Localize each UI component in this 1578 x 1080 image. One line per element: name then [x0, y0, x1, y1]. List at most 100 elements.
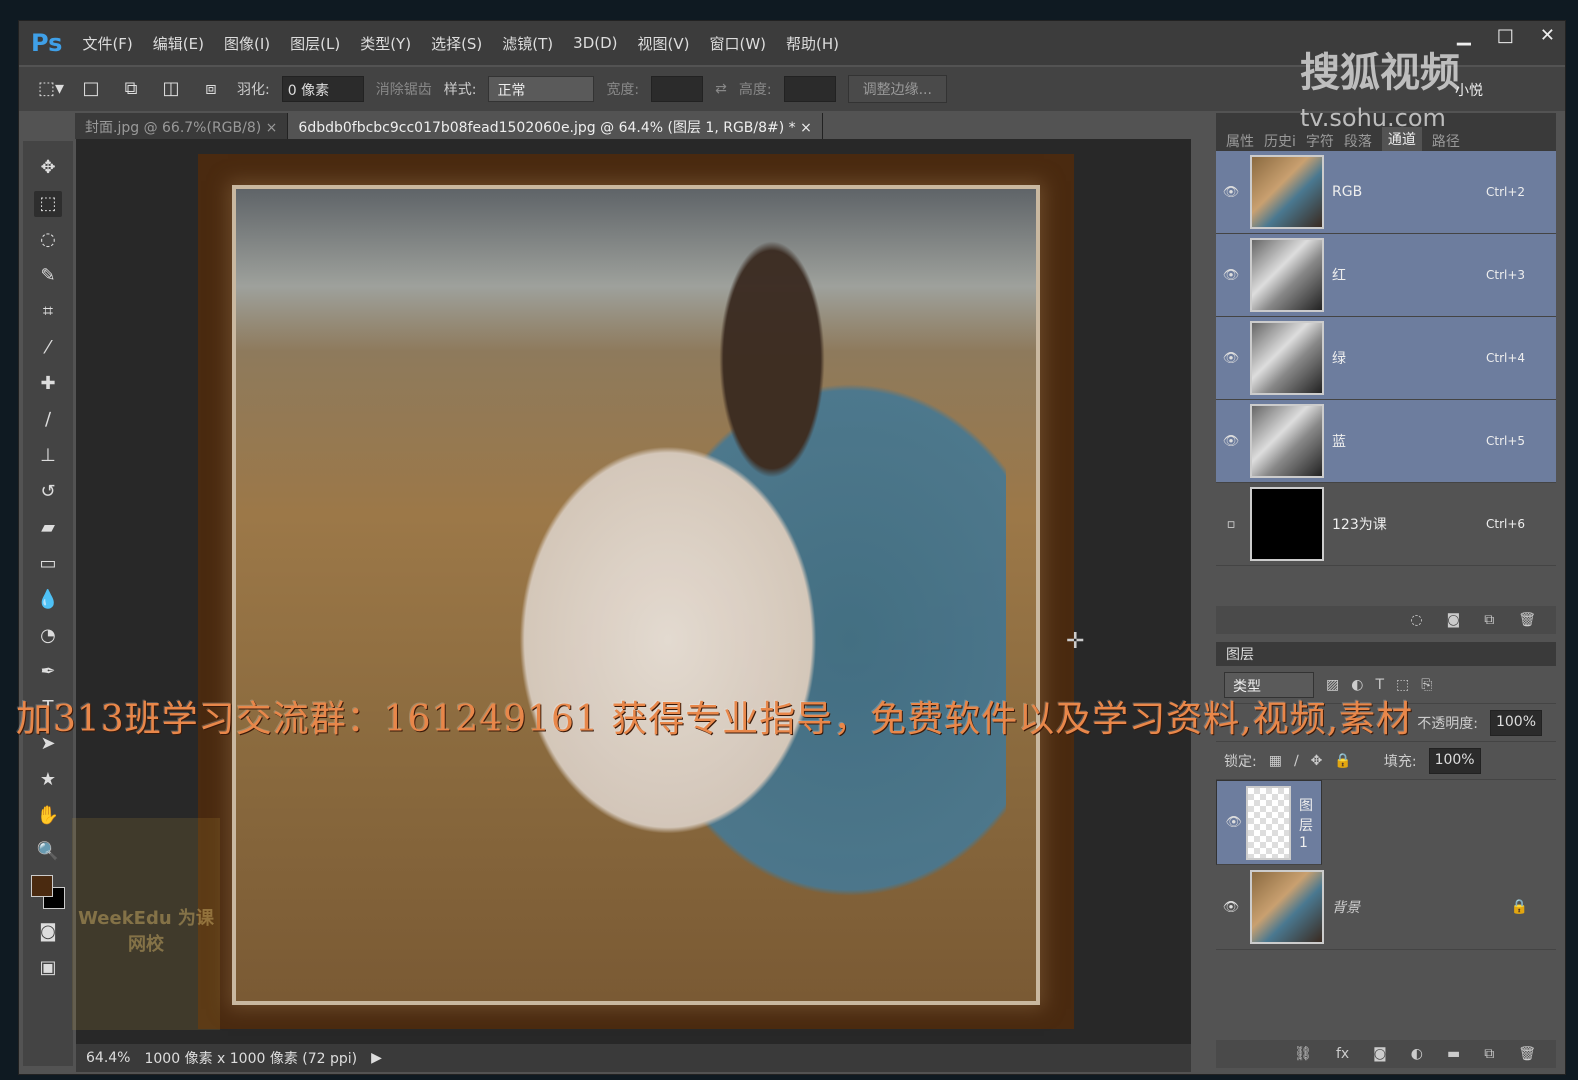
- screen-mode-icon[interactable]: ▣: [34, 955, 62, 981]
- tab-close-icon[interactable]: ×: [266, 120, 278, 136]
- channel-shortcut: Ctrl+3: [1486, 268, 1526, 282]
- layer-row[interactable]: 👁 图层 1: [1216, 780, 1322, 865]
- eye-icon[interactable]: 👁: [1216, 434, 1246, 449]
- trash-icon[interactable]: 🗑: [1518, 1046, 1536, 1062]
- visibility-checkbox[interactable]: ▫: [1216, 517, 1246, 532]
- tab-properties[interactable]: 属性: [1226, 131, 1254, 151]
- lock-transparent-icon[interactable]: ▦: [1269, 753, 1282, 769]
- menu-filter[interactable]: 滤镜(T): [502, 33, 553, 54]
- menu-3d[interactable]: 3D(D): [573, 34, 617, 52]
- menu-select[interactable]: 选择(S): [431, 33, 482, 54]
- history-brush-icon[interactable]: ↺: [34, 479, 62, 505]
- save-selection-icon[interactable]: ◙: [1447, 612, 1461, 628]
- dodge-tool-icon[interactable]: ◔: [34, 623, 62, 649]
- lock-label: 锁定:: [1224, 753, 1257, 770]
- eye-icon[interactable]: 👁: [1225, 815, 1242, 830]
- eye-icon[interactable]: 👁: [1216, 900, 1246, 915]
- refine-edge-button[interactable]: 调整边缘...: [847, 75, 947, 103]
- overlay-caption: 加313班学习交流群：161249161 获得专业指导，免费软件以及学习资料,视…: [16, 699, 1414, 740]
- lasso-tool-icon[interactable]: ◌: [34, 227, 62, 253]
- color-swatches[interactable]: [31, 875, 65, 909]
- height-input[interactable]: [783, 76, 836, 102]
- group-icon[interactable]: ▬: [1447, 1046, 1460, 1062]
- menu-type[interactable]: 类型(Y): [360, 33, 411, 54]
- eraser-tool-icon[interactable]: ▰: [34, 515, 62, 541]
- menu-help[interactable]: 帮助(H): [786, 33, 839, 54]
- menu-window[interactable]: 窗口(W): [710, 33, 767, 54]
- eye-icon[interactable]: 👁: [1216, 185, 1246, 200]
- width-input[interactable]: [651, 76, 704, 102]
- channel-row[interactable]: ▫ 123为课 Ctrl+6: [1216, 483, 1556, 566]
- layer-name[interactable]: 图层 1: [1299, 795, 1313, 851]
- layer-row[interactable]: 👁 背景 🔒: [1216, 865, 1556, 950]
- lock-all-icon[interactable]: 🔒: [1334, 753, 1351, 769]
- tab-history[interactable]: 历史i: [1264, 131, 1296, 151]
- intersect-selection-icon[interactable]: ⧈: [197, 76, 225, 102]
- layers-panel-title[interactable]: 图层: [1216, 642, 1556, 666]
- channel-row[interactable]: 👁 蓝 Ctrl+5: [1216, 400, 1556, 483]
- eye-icon[interactable]: 👁: [1216, 268, 1246, 283]
- quick-mask-icon[interactable]: ◙: [34, 919, 62, 945]
- tab-close-icon[interactable]: ×: [800, 120, 812, 136]
- new-channel-icon[interactable]: ⧉: [1484, 612, 1494, 628]
- layer-thumbnail: [1250, 870, 1324, 944]
- eyedropper-tool-icon[interactable]: ⁄: [34, 335, 62, 361]
- status-menu-arrow-icon[interactable]: ▶: [371, 1050, 382, 1066]
- shape-tool-icon[interactable]: ★: [34, 767, 62, 793]
- move-tool-icon[interactable]: ✥: [34, 155, 62, 181]
- adjustment-icon[interactable]: ◐: [1411, 1046, 1423, 1062]
- new-layer-icon[interactable]: ⧉: [1484, 1046, 1494, 1062]
- subtract-selection-icon[interactable]: ◫: [157, 76, 185, 102]
- channel-row[interactable]: 👁 红 Ctrl+3: [1216, 234, 1556, 317]
- close-button[interactable]: ✕: [1540, 25, 1555, 46]
- channel-row[interactable]: 👁 绿 Ctrl+4: [1216, 317, 1556, 400]
- marquee-preset-icon[interactable]: ⬚▾: [37, 76, 65, 102]
- menu-edit[interactable]: 编辑(E): [153, 33, 204, 54]
- zoom-tool-icon[interactable]: 🔍: [34, 839, 62, 865]
- lock-position-icon[interactable]: ✥: [1311, 753, 1323, 769]
- tab-character[interactable]: 字符: [1306, 131, 1334, 151]
- crop-tool-icon[interactable]: ⌗: [34, 299, 62, 325]
- swap-icon[interactable]: ⇄: [715, 81, 727, 97]
- feather-input[interactable]: 0 像素: [281, 76, 364, 102]
- healing-tool-icon[interactable]: ✚: [34, 371, 62, 397]
- tab-paragraph[interactable]: 段落: [1344, 131, 1372, 151]
- canvas-area[interactable]: ✛: [76, 139, 1191, 1044]
- lock-paint-icon[interactable]: ∕: [1294, 753, 1299, 769]
- blur-tool-icon[interactable]: 💧: [34, 587, 62, 613]
- quick-select-tool-icon[interactable]: ✎: [34, 263, 62, 289]
- brush-tool-icon[interactable]: ∕: [34, 407, 62, 433]
- menu-view[interactable]: 视图(V): [638, 33, 690, 54]
- document-canvas[interactable]: [198, 154, 1074, 1029]
- trash-icon[interactable]: 🗑: [1518, 612, 1536, 628]
- style-select[interactable]: 正常: [488, 76, 595, 102]
- gradient-tool-icon[interactable]: ▭: [34, 551, 62, 577]
- zoom-level[interactable]: 64.4%: [86, 1050, 130, 1066]
- load-selection-icon[interactable]: ◌: [1410, 612, 1422, 628]
- hand-tool-icon[interactable]: ✋: [34, 803, 62, 829]
- add-selection-icon[interactable]: ⧉: [117, 76, 145, 102]
- tab-active-doc[interactable]: 6dbdb0fbcbc9cc017b08fead1502060e.jpg @ 6…: [288, 113, 823, 139]
- crosshair-cursor-icon: ✛: [1066, 629, 1085, 654]
- pen-tool-icon[interactable]: ✒: [34, 659, 62, 685]
- smart-filter-icon[interactable]: ⎘: [1421, 677, 1432, 693]
- menu-file[interactable]: 文件(F): [82, 33, 132, 54]
- menu-image[interactable]: 图像(I): [224, 33, 270, 54]
- fx-icon[interactable]: fx: [1336, 1046, 1349, 1062]
- layer-name[interactable]: 背景: [1332, 897, 1511, 917]
- stamp-tool-icon[interactable]: ⊥: [34, 443, 62, 469]
- menu-layer[interactable]: 图层(L): [290, 33, 340, 54]
- opacity-input[interactable]: 100%: [1489, 709, 1542, 736]
- channel-row[interactable]: 👁 RGB Ctrl+2: [1216, 151, 1556, 234]
- tab-paths[interactable]: 路径: [1432, 131, 1460, 151]
- eye-icon[interactable]: 👁: [1216, 351, 1246, 366]
- tab-cover[interactable]: 封面.jpg @ 66.7%(RGB/8) ×: [75, 113, 289, 139]
- antialias-checkbox[interactable]: 消除锯齿: [376, 79, 432, 99]
- new-selection-icon[interactable]: □: [77, 76, 105, 102]
- maximize-button[interactable]: □: [1497, 25, 1514, 46]
- mask-icon[interactable]: ◙: [1373, 1046, 1387, 1062]
- tab-label: 封面.jpg @ 66.7%(RGB/8): [85, 120, 262, 136]
- marquee-tool-icon[interactable]: ⬚: [34, 191, 62, 217]
- fill-input[interactable]: 100%: [1428, 747, 1481, 774]
- link-icon[interactable]: ⛓: [1294, 1046, 1312, 1062]
